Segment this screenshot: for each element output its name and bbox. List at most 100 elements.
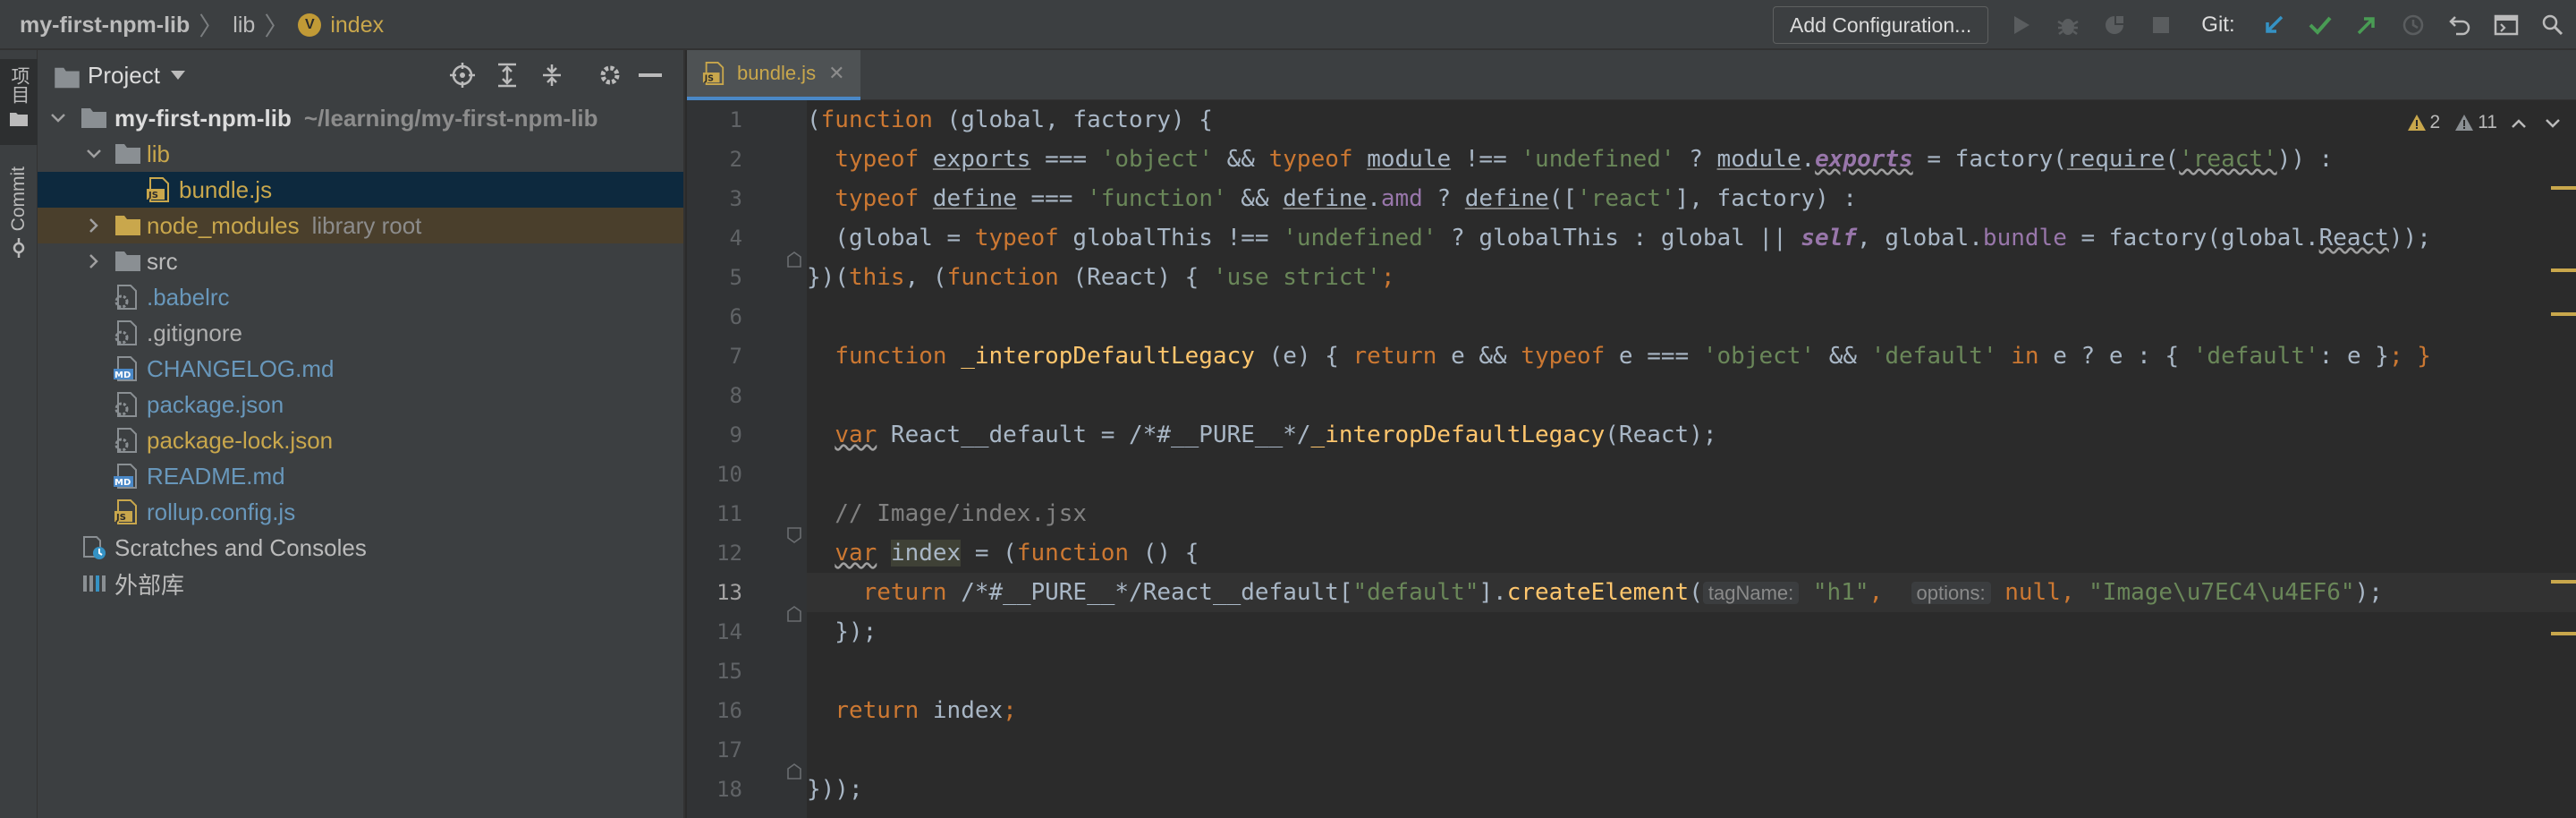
run-icon[interactable] xyxy=(2008,12,2035,38)
line-number: 6 xyxy=(729,304,742,329)
tree-item-label: .gitignore xyxy=(147,319,242,346)
tree-item-package-json[interactable]: package.json xyxy=(38,387,683,422)
chevron-right-icon[interactable] xyxy=(84,251,104,271)
folder-icon xyxy=(115,144,140,164)
chevron-down-icon[interactable] xyxy=(84,144,104,164)
svg-text:MD: MD xyxy=(114,478,131,488)
commit-tool-tab[interactable]: Commit xyxy=(0,166,38,328)
project-panel-title[interactable]: Project xyxy=(88,62,160,89)
breadcrumb-project[interactable]: my-first-npm-lib xyxy=(20,13,190,38)
tree-item-external-libraries[interactable]: 外部库 xyxy=(38,566,683,601)
line-number-current: 13 xyxy=(716,580,742,605)
fold-end-icon[interactable] xyxy=(787,763,801,780)
breadcrumb-file[interactable]: index xyxy=(330,13,384,38)
code-area[interactable]: (function (global, factory) { typeof exp… xyxy=(807,100,2576,818)
tree-item-label: lib xyxy=(147,140,171,167)
tree-item-label: my-first-npm-lib ~/learning/my-first-npm-… xyxy=(114,104,598,132)
tree-item-label: rollup.config.js xyxy=(147,498,296,525)
git-rollback-icon[interactable] xyxy=(2446,12,2473,38)
error-stripe-mark[interactable] xyxy=(2551,186,2576,190)
svg-text:MD: MD xyxy=(114,371,131,380)
line-number: 16 xyxy=(716,698,742,723)
svg-text:JS: JS xyxy=(704,73,714,83)
close-icon[interactable]: ✕ xyxy=(828,62,844,85)
tree-item-package-lock-json[interactable]: package-lock.json xyxy=(38,422,683,458)
warning-icon xyxy=(2407,115,2426,131)
tree-item-label: package.json xyxy=(147,390,284,418)
git-history-icon[interactable] xyxy=(2400,12,2427,38)
git-commit-icon[interactable] xyxy=(2307,12,2334,38)
config-file-icon xyxy=(114,285,137,310)
config-file-icon xyxy=(114,392,137,417)
code-line-current: return /*#__PURE__*/React__default["defa… xyxy=(807,573,2576,612)
line-number: 14 xyxy=(716,619,742,644)
chevron-up-icon[interactable] xyxy=(2512,112,2526,133)
commit-tool-tab-label: Commit xyxy=(8,166,29,232)
tree-item-lib[interactable]: lib xyxy=(38,136,683,172)
code-line: typeof define === 'function' && define.a… xyxy=(835,185,1858,212)
editor-tab-bar: JS bundle.js ✕ xyxy=(687,50,2576,100)
gear-icon[interactable] xyxy=(597,62,623,89)
chevron-down-icon[interactable] xyxy=(2546,112,2560,133)
vue-component-icon: V xyxy=(298,13,322,37)
tree-item-rollup-config[interactable]: JS rollup.config.js xyxy=(38,494,683,530)
code-line: (global = typeof globalThis !== 'undefin… xyxy=(807,225,2431,251)
breadcrumb-folder[interactable]: lib xyxy=(233,13,255,38)
fold-start-icon[interactable] xyxy=(787,527,801,543)
commit-icon xyxy=(13,238,25,259)
view-selector-caret-icon[interactable] xyxy=(170,71,185,80)
code-line: typeof exports === 'object' && typeof mo… xyxy=(835,146,2334,173)
warnings-indicator[interactable]: 2 xyxy=(2407,112,2440,133)
locate-file-icon[interactable] xyxy=(449,62,476,89)
tab-bundle-js[interactable]: JS bundle.js ✕ xyxy=(687,50,860,100)
git-update-icon[interactable] xyxy=(2260,12,2287,38)
weak-warning-icon xyxy=(2455,115,2474,131)
tool-window-strip: 项目 Commit xyxy=(0,50,38,818)
expand-all-icon[interactable] xyxy=(494,62,521,89)
tree-item-scratches[interactable]: Scratches and Consoles xyxy=(38,530,683,566)
search-everywhere-icon[interactable] xyxy=(2539,12,2566,38)
folder-icon xyxy=(10,113,28,126)
parameter-hint: options: xyxy=(1911,582,1991,604)
line-number: 10 xyxy=(716,462,742,487)
weak-warnings-indicator[interactable]: 11 xyxy=(2454,112,2497,133)
error-stripe-mark[interactable] xyxy=(2551,580,2576,584)
tree-item-label: .babelrc xyxy=(147,283,230,311)
js-file-icon: JS xyxy=(702,62,724,85)
tree-item-gitignore[interactable]: .gitignore xyxy=(38,315,683,351)
tree-item-src[interactable]: src xyxy=(38,243,683,279)
fold-end-icon[interactable] xyxy=(787,606,801,622)
debug-icon[interactable] xyxy=(2055,12,2081,38)
tree-item-babelrc[interactable]: .babelrc xyxy=(38,279,683,315)
run-and-vcs-toolbar: Add Configuration... Git: xyxy=(1773,5,2566,45)
tree-item-readme[interactable]: MD README.md xyxy=(38,458,683,494)
line-number: 9 xyxy=(729,422,742,447)
line-number-gutter[interactable]: 1 2 3 4 5 6 7 8 9 10 11 12 13 14 15 16 1… xyxy=(687,100,807,818)
scratches-icon xyxy=(83,536,106,559)
add-configuration-button[interactable]: Add Configuration... xyxy=(1773,6,1989,44)
tree-item-node-modules[interactable]: node_modules library root xyxy=(38,208,683,243)
error-stripe-mark[interactable] xyxy=(2551,632,2576,635)
project-tool-tab[interactable]: 项目 xyxy=(0,59,38,145)
inspection-widget[interactable]: 2 11 xyxy=(2407,109,2561,136)
tree-item-project-root[interactable]: my-first-npm-lib ~/learning/my-first-npm-… xyxy=(38,100,683,136)
stop-icon[interactable] xyxy=(2148,12,2174,38)
presentation-mode-icon[interactable] xyxy=(2493,12,2520,38)
collapse-all-icon[interactable] xyxy=(538,62,565,89)
error-stripe-mark[interactable] xyxy=(2551,268,2576,272)
tree-item-bundle-js[interactable]: JS bundle.js xyxy=(38,172,683,208)
markdown-file-icon: MD xyxy=(114,356,137,381)
hide-panel-icon[interactable] xyxy=(637,62,664,89)
chevron-down-icon[interactable] xyxy=(48,108,68,128)
tree-item-changelog[interactable]: MD CHANGELOG.md xyxy=(38,351,683,387)
tab-label: bundle.js xyxy=(737,62,817,84)
coverage-icon[interactable] xyxy=(2101,12,2128,38)
fold-end-icon[interactable] xyxy=(787,251,801,268)
error-stripe-mark[interactable] xyxy=(2551,312,2576,316)
git-push-icon[interactable] xyxy=(2353,12,2380,38)
chevron-right-icon[interactable] xyxy=(84,216,104,235)
svg-text:JS: JS xyxy=(148,191,158,200)
